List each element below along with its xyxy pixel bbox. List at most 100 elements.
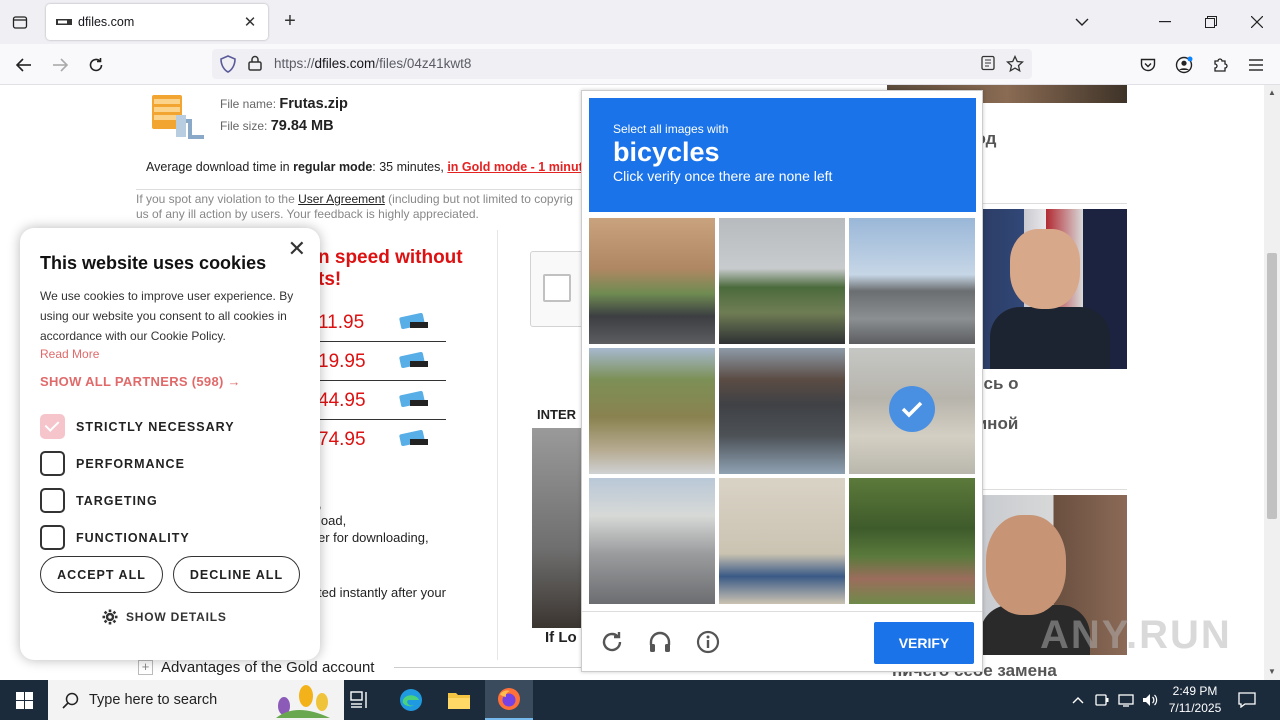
info-icon[interactable] <box>694 628 722 656</box>
device-status-icon[interactable] <box>1092 680 1112 720</box>
advantages-expander[interactable]: + Advantages of the Gold account <box>138 659 585 676</box>
captcha-tile-selected[interactable] <box>849 348 975 474</box>
system-clock[interactable]: 2:49 PM 7/11/2025 <box>1162 683 1228 717</box>
clock-time: 2:49 PM <box>1172 684 1218 698</box>
captcha-tile[interactable] <box>719 348 845 474</box>
recaptcha-checkbox[interactable] <box>543 274 571 302</box>
bookmark-star-icon[interactable] <box>1005 54 1025 78</box>
cookie-option-strictly-necessary[interactable]: STRICTLY NECESSARY <box>40 414 235 439</box>
file-explorer-taskbar-button[interactable] <box>435 680 483 720</box>
list-all-tabs-button[interactable] <box>8 10 32 34</box>
functionality-checkbox[interactable] <box>40 525 65 550</box>
scroll-up-arrow-icon[interactable]: ▲ <box>1267 88 1277 98</box>
option-label: TARGETING <box>76 493 158 508</box>
show-all-partners-link[interactable]: SHOW ALL PARTNERS (598) → <box>40 374 241 389</box>
reload-challenge-icon[interactable] <box>598 628 626 656</box>
page-scrollbar[interactable]: ▲ ▼ <box>1264 85 1280 680</box>
forward-button[interactable] <box>49 54 71 76</box>
reader-view-icon[interactable] <box>980 55 996 76</box>
cookie-option-functionality[interactable]: FUNCTIONALITY <box>40 525 190 550</box>
captcha-tile[interactable] <box>719 478 845 604</box>
read-more-link[interactable]: Read More <box>40 347 99 361</box>
captcha-tile[interactable] <box>849 218 975 344</box>
puzzle-piece-icon <box>1214 58 1228 72</box>
scroll-down-arrow-icon[interactable]: ▼ <box>1267 667 1277 677</box>
account-button[interactable] <box>1173 54 1195 76</box>
start-button[interactable] <box>0 680 48 720</box>
strictly-necessary-checkbox[interactable] <box>40 414 65 439</box>
captcha-tile[interactable] <box>719 218 845 344</box>
news-image[interactable] <box>980 209 1127 369</box>
edge-taskbar-button[interactable] <box>387 680 435 720</box>
challenge-target: bicycles <box>613 137 720 167</box>
cookie-option-targeting[interactable]: TARGETING <box>40 488 158 513</box>
reload-button[interactable] <box>85 54 107 76</box>
new-tab-button[interactable]: + <box>280 11 300 32</box>
firefox-taskbar-button[interactable] <box>485 680 533 720</box>
advantages-label: Advantages of the Gold account <box>161 659 375 676</box>
audio-challenge-headphones-icon[interactable] <box>646 628 674 656</box>
scrollbar-thumb[interactable] <box>1267 253 1277 519</box>
volume-icon[interactable] <box>1140 680 1160 720</box>
show-details-button[interactable]: SHOW DETAILS <box>102 609 227 625</box>
decline-all-button[interactable]: DECLINE ALL <box>173 556 300 593</box>
close-icon[interactable]: ✕ <box>288 238 306 260</box>
close-tab-icon[interactable]: ✕ <box>242 14 258 31</box>
performance-checkbox[interactable] <box>40 451 65 476</box>
option-label: FUNCTIONALITY <box>76 530 190 545</box>
price-row[interactable]: 74.95 <box>318 420 446 459</box>
gold-mode-link[interactable]: in Gold mode - 1 minut <box>447 160 582 174</box>
app-menu-button[interactable] <box>1245 54 1267 76</box>
tracking-protection-shield-icon[interactable] <box>220 55 236 78</box>
tab-list-icon <box>12 16 28 29</box>
ticket-icon <box>399 391 428 407</box>
task-view-icon <box>350 691 367 708</box>
pocket-button[interactable] <box>1137 54 1159 76</box>
task-view-button[interactable] <box>336 680 384 720</box>
forward-arrow-icon <box>53 58 68 72</box>
network-icon[interactable] <box>1116 680 1136 720</box>
captcha-tile[interactable] <box>589 348 715 474</box>
accept-all-button[interactable]: ACCEPT ALL <box>40 556 163 593</box>
address-bar[interactable]: https://dfiles.com/files/04z41kwt8 <box>212 49 1032 79</box>
tab-dfiles[interactable]: dfiles.com ✕ <box>46 4 268 40</box>
challenge-footer: VERIFY <box>582 611 982 672</box>
restore-window-icon[interactable] <box>1201 12 1221 32</box>
file-info: File name: Frutas.zip File size: 79.84 M… <box>220 93 348 137</box>
targeting-checkbox[interactable] <box>40 488 65 513</box>
firefox-icon <box>498 688 520 710</box>
price-row[interactable]: 44.95 <box>318 381 446 420</box>
article-headline[interactable]: If Lo <box>545 629 577 646</box>
windows-logo-icon <box>15 691 33 709</box>
extensions-button[interactable] <box>1209 54 1231 76</box>
user-agreement-link[interactable]: User Agreement <box>298 192 385 206</box>
price-row[interactable]: 19.95 <box>318 342 446 381</box>
cookie-option-performance[interactable]: PERFORMANCE <box>40 451 185 476</box>
captcha-tile[interactable] <box>589 478 715 604</box>
back-button[interactable] <box>13 54 35 76</box>
minimize-window-icon[interactable] <box>1155 12 1175 32</box>
search-icon <box>62 692 79 709</box>
selected-check-icon <box>889 386 935 432</box>
cookie-consent-dialog: ✕ This website uses cookies We use cooki… <box>20 228 320 660</box>
captcha-tile[interactable] <box>589 218 715 344</box>
url-text: https://dfiles.com/files/04z41kwt8 <box>274 56 472 71</box>
show-hidden-icons-chevron-icon[interactable] <box>1068 680 1088 720</box>
pocket-icon <box>1140 58 1156 71</box>
tab-overflow-chevron-icon[interactable] <box>1072 12 1092 32</box>
taskbar-search-box[interactable]: Type here to search <box>48 680 344 720</box>
notifications-icon[interactable] <box>1236 680 1258 720</box>
instant-text: ted instantly after your <box>318 585 446 600</box>
expand-plus-icon[interactable]: + <box>138 660 153 675</box>
price-row[interactable]: 11.95 <box>318 303 446 342</box>
captcha-tile[interactable] <box>849 478 975 604</box>
hamburger-menu-icon <box>1249 59 1263 71</box>
verify-button[interactable]: VERIFY <box>874 622 974 664</box>
article-image[interactable] <box>532 428 584 628</box>
ticket-icon <box>399 313 428 329</box>
padlock-icon[interactable] <box>248 55 262 76</box>
tab-title: dfiles.com <box>78 15 135 29</box>
close-window-icon[interactable] <box>1247 12 1267 32</box>
option-label: STRICTLY NECESSARY <box>76 419 235 434</box>
instruction-hint: Click verify once there are none left <box>613 168 833 184</box>
